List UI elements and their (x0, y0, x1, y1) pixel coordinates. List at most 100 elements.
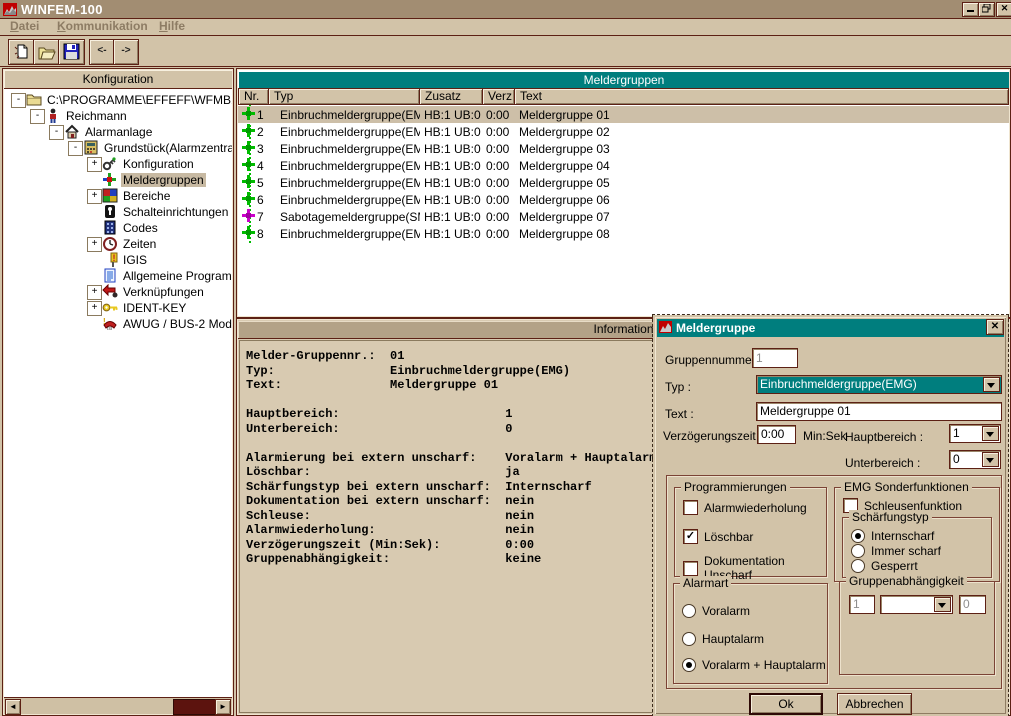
typ-dropdown-button[interactable] (983, 377, 1000, 392)
tree-item-meldergruppen[interactable]: Meldergruppen (4, 172, 232, 188)
gruppenabhaengigkeit-dropdown-button[interactable] (934, 597, 951, 612)
hauptbereich-combobox[interactable]: 1 (949, 424, 1001, 443)
unterbereich-dropdown-button[interactable] (982, 452, 999, 467)
ok-button[interactable]: Ok (749, 693, 823, 715)
minimize-button[interactable] (962, 2, 979, 17)
tree-item-label[interactable]: Alarmanlage (83, 125, 154, 139)
column-header-nr[interactable]: Nr. (238, 88, 269, 105)
tree-item-label[interactable]: Meldergruppen (121, 173, 206, 187)
open-button[interactable] (33, 39, 60, 65)
verzoegerungszeit-input[interactable]: 0:00 (757, 425, 796, 444)
radio-hauptalarm[interactable]: Hauptalarm (682, 632, 764, 646)
table-row-8[interactable]: 8Einbruchmeldergruppe(EMG)HB:1 UB:00:00M… (238, 225, 1009, 242)
tree-item-label[interactable]: AWUG / BUS-2 Modem (121, 317, 232, 331)
gruppenabhaengigkeit-input-1[interactable]: 1 (849, 595, 875, 614)
tree-item-label[interactable]: C:\PROGRAMME\EFFEFF\WFMB100\ (45, 93, 232, 107)
table-row-3[interactable]: 3Einbruchmeldergruppe(EMG)HB:1 UB:00:00M… (238, 140, 1009, 157)
back-button[interactable]: <- (89, 39, 115, 65)
scroll-left-arrow[interactable]: ◄ (5, 699, 21, 715)
check-l-schbar[interactable]: ✓Löschbar (683, 529, 753, 544)
radio-button[interactable] (851, 544, 865, 558)
tree-item-label[interactable]: Allgemeine Programmier (121, 269, 232, 283)
radio-voralarm-hauptalarm[interactable]: Voralarm + Hauptalarm (682, 658, 826, 672)
menu-datei[interactable]: Datei (8, 19, 55, 33)
tree-item-label[interactable]: Reichmann (64, 109, 129, 123)
tree-item-label[interactable]: Bereiche (121, 189, 172, 203)
column-header-zusatz[interactable]: Zusatz (420, 88, 483, 105)
tree-item-schalteinrichtungen[interactable]: Schalteinrichtungen (4, 204, 232, 220)
table-row-1[interactable]: 1Einbruchmeldergruppe(EMG)HB:1 UB:00:00M… (238, 106, 1009, 123)
save-button[interactable] (58, 39, 85, 65)
forward-button[interactable]: -> (113, 39, 139, 65)
tree-item-reichmann[interactable]: - Reichmann (4, 108, 232, 124)
radio-voralarm[interactable]: Voralarm (682, 604, 750, 618)
tree-expander[interactable]: + (87, 301, 102, 316)
tree-item-zeiten[interactable]: + Zeiten (4, 236, 232, 252)
radio-button[interactable] (682, 632, 696, 646)
cancel-button[interactable]: Abbrechen (837, 693, 912, 715)
radio-button[interactable] (851, 529, 865, 543)
tree-item-c-programme-effeff-wfmb100[interactable]: - C:\PROGRAMME\EFFEFF\WFMB100\ (4, 92, 232, 108)
tree-expander[interactable]: - (30, 109, 45, 124)
tree-expander[interactable]: - (68, 141, 83, 156)
table-row-6[interactable]: 6Einbruchmeldergruppe(EMG)HB:1 UB:00:00M… (238, 191, 1009, 208)
tree-expander[interactable]: - (11, 93, 26, 108)
column-header-verz[interactable]: Verz (483, 88, 515, 105)
tree-item-alarmanlage[interactable]: - Alarmanlage (4, 124, 232, 140)
tree-item-konfiguration[interactable]: + Konfiguration (4, 156, 232, 172)
gruppenabhaengigkeit-group-label: Gruppenabhängigkeit (846, 574, 967, 588)
tree-item-allgemeine-programmier[interactable]: Allgemeine Programmier (4, 268, 232, 284)
tree-item-ident-key[interactable]: + IDENT-KEY (4, 300, 232, 316)
checkbox[interactable] (683, 500, 698, 515)
column-header-text[interactable]: Text (515, 88, 1009, 105)
checkbox[interactable]: ✓ (683, 529, 698, 544)
tree-expander[interactable]: - (49, 125, 64, 140)
tree-item-label[interactable]: Konfiguration (121, 157, 196, 171)
tree-item-awug-bus-2-modem[interactable]: !ısıAWUG / BUS-2 Modem (4, 316, 232, 332)
radio-button[interactable] (682, 604, 696, 618)
table-row-2[interactable]: 2Einbruchmeldergruppe(EMG)HB:1 UB:00:00M… (238, 123, 1009, 140)
new-file-button[interactable] (8, 39, 35, 65)
table-row-4[interactable]: 4Einbruchmeldergruppe(EMG)HB:1 UB:00:00M… (238, 157, 1009, 174)
check-alarmwiederholung[interactable]: Alarmwiederholung (683, 500, 807, 515)
typ-combobox[interactable]: Einbruchmeldergruppe(EMG) (756, 375, 1002, 394)
scroll-right-arrow[interactable]: ► (215, 699, 231, 715)
tree-item-codes[interactable]: Codes (4, 220, 232, 236)
tree-item-label[interactable]: Verknüpfungen (121, 285, 206, 299)
radio-gesperrt[interactable]: Gesperrt (851, 559, 918, 573)
table-row-7[interactable]: 7Sabotagemeldergruppe(SMG)HB:1 UB:00:00M… (238, 208, 1009, 225)
tree-expander[interactable]: + (87, 285, 102, 300)
tree-item-grundst-ck-alarmzentrale-5[interactable]: - Grundstück(Alarmzentrale 5 (4, 140, 232, 156)
gruppenabhaengigkeit-input-2[interactable]: 0 (959, 595, 986, 614)
tree-item-label[interactable]: IDENT-KEY (121, 301, 188, 315)
tree-item-label[interactable]: Grundstück(Alarmzentrale 5 (102, 141, 232, 155)
unterbereich-combobox[interactable]: 0 (949, 450, 1001, 469)
gruppennummer-input[interactable]: 1 (752, 348, 798, 368)
radio-internscharf[interactable]: Internscharf (851, 529, 934, 543)
gruppenabhaengigkeit-combobox[interactable] (880, 595, 953, 614)
tree-expander[interactable]: + (87, 189, 102, 204)
tree-item-igis[interactable]: !IGIS (4, 252, 232, 268)
tree-item-label[interactable]: Codes (121, 221, 160, 235)
close-button[interactable]: ✕ (996, 2, 1011, 17)
hauptbereich-dropdown-button[interactable] (982, 426, 999, 441)
restore-button[interactable] (978, 2, 995, 17)
tree-item-label[interactable]: Schalteinrichtungen (121, 205, 230, 219)
tree-expander[interactable]: + (87, 237, 102, 252)
text-input[interactable]: Meldergruppe 01 (756, 402, 1002, 421)
tree-item-label[interactable]: IGIS (121, 253, 149, 267)
checkbox[interactable] (683, 561, 698, 576)
menu-hilfe[interactable]: Hilfe (157, 19, 187, 33)
dialog-close-button[interactable]: ✕ (986, 319, 1004, 335)
radio-immer-scharf[interactable]: Immer scharf (851, 544, 941, 558)
radio-button[interactable] (851, 559, 865, 573)
tree-horizontal-scrollbar[interactable]: ◄ ► (4, 697, 232, 714)
tree-item-verkn-pfungen[interactable]: + Verknüpfungen (4, 284, 232, 300)
tree-expander[interactable]: + (87, 157, 102, 172)
tree-item-bereiche[interactable]: + Bereiche (4, 188, 232, 204)
column-header-typ[interactable]: Typ (269, 88, 420, 105)
table-row-5[interactable]: 5Einbruchmeldergruppe(EMG)HB:1 UB:00:00M… (238, 174, 1009, 191)
tree-item-label[interactable]: Zeiten (121, 237, 158, 251)
radio-button[interactable] (682, 658, 696, 672)
menu-kommunikation[interactable]: Kommunikation (55, 19, 157, 33)
